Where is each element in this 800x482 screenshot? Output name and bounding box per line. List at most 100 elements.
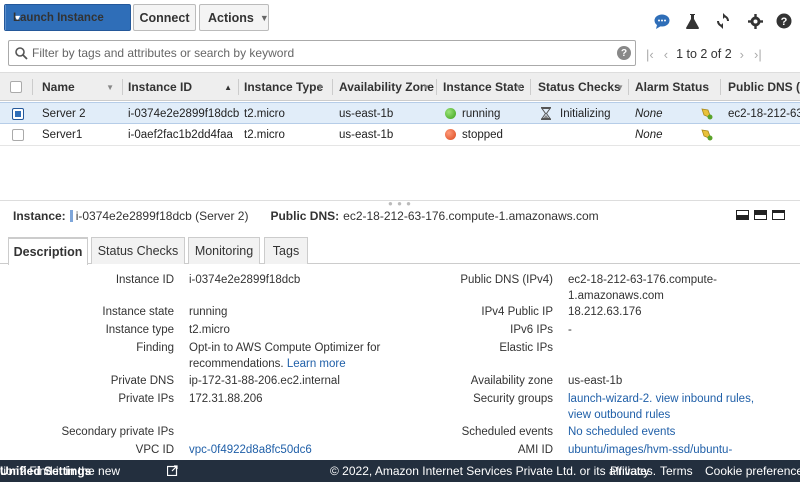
svg-text:?: ? bbox=[781, 16, 788, 28]
chevron-down-icon: ▼ bbox=[259, 12, 269, 23]
table-row[interactable]: Server 2 i-0374e2e2899f18dcb t2.micro us… bbox=[0, 102, 800, 124]
cell-instance-type: t2.micro bbox=[244, 128, 285, 141]
create-alarm-icon[interactable] bbox=[700, 124, 713, 145]
search-box: ? bbox=[8, 40, 636, 66]
table-row[interactable]: Server1 i-0aef2fac1b2dd4faa t2.micro us-… bbox=[0, 124, 800, 146]
layout-bottom-icon[interactable] bbox=[736, 210, 749, 220]
tab-tags[interactable]: Tags bbox=[264, 237, 308, 264]
detail-instance-value: i-0374e2e2899f18dcb (Server 2) bbox=[75, 209, 249, 223]
terms-link[interactable]: Terms bbox=[660, 464, 693, 478]
help-icon[interactable]: ? bbox=[776, 13, 792, 29]
ami-id-link[interactable]: ubuntu/images/hvm-ssd/ubuntu- bbox=[568, 444, 732, 456]
value-ipv4-public-ip: 18.212.63.176 bbox=[568, 306, 642, 318]
cell-alarm-status: None bbox=[635, 107, 663, 120]
column-header-instance-state[interactable]: Instance State ▼ bbox=[443, 73, 529, 101]
chevron-down-icon: ▼ bbox=[422, 82, 430, 92]
chat-icon[interactable] bbox=[654, 13, 670, 29]
vpc-id-link[interactable]: vpc-0f4922d8a8fc50dc6 bbox=[189, 444, 312, 456]
layout-full-icon[interactable] bbox=[772, 210, 785, 220]
actions-label: Actions bbox=[208, 10, 254, 25]
next-page-icon[interactable]: › bbox=[740, 47, 744, 62]
search-input[interactable] bbox=[32, 46, 617, 60]
cell-name: Server 2 bbox=[42, 107, 86, 120]
label-scheduled-events: Scheduled events bbox=[461, 426, 553, 438]
chevron-down-icon: ▼ bbox=[316, 82, 324, 92]
label-instance-id: Instance ID bbox=[115, 274, 174, 286]
row-checkbox-cell[interactable] bbox=[12, 124, 24, 145]
hourglass-icon bbox=[541, 107, 551, 120]
cell-name: Server1 bbox=[42, 128, 83, 141]
cell-instance-id: i-0aef2fac1b2dd4faa bbox=[128, 128, 233, 141]
label-private-dns: Private DNS bbox=[110, 375, 174, 387]
top-toolbar: Launch Instance ▼ Connect Actions ▼ ? bbox=[0, 0, 800, 38]
view-outbound-rules-link[interactable]: view outbound rules bbox=[568, 409, 670, 421]
column-header-availability-zone[interactable]: Availability Zone ▼ bbox=[339, 73, 436, 101]
select-all-checkbox[interactable] bbox=[10, 81, 22, 93]
tab-status-checks[interactable]: Status Checks bbox=[91, 237, 185, 264]
label-ipv6-ips: IPv6 IPs bbox=[510, 324, 553, 336]
layout-split-icon[interactable] bbox=[754, 210, 767, 220]
first-page-icon[interactable]: |‹ bbox=[646, 47, 654, 62]
label-secondary-private-ips: Secondary private IPs bbox=[61, 426, 174, 438]
filter-bar: ? |‹ ‹ 1 to 2 of 2 › ›| bbox=[0, 38, 800, 72]
cell-status-checks: Initializing bbox=[541, 103, 611, 124]
column-header-status-checks[interactable]: Status Checks ▼ bbox=[538, 73, 630, 101]
scheduled-events-link[interactable]: No scheduled events bbox=[568, 426, 675, 438]
column-header-name[interactable]: Name ▼ bbox=[42, 73, 120, 101]
view-inbound-rules-link[interactable]: view inbound rules, bbox=[656, 393, 754, 405]
value-finding-line2: recommendations. Learn more bbox=[189, 358, 346, 370]
pagination-text: 1 to 2 of 2 bbox=[676, 47, 732, 61]
chevron-down-icon: ▼ bbox=[106, 82, 114, 92]
row-checkbox[interactable] bbox=[12, 107, 24, 120]
column-header-alarm-status[interactable]: Alarm Status bbox=[635, 73, 721, 101]
cell-instance-type: t2.micro bbox=[244, 107, 285, 120]
tab-description[interactable]: Description bbox=[8, 237, 88, 265]
value-public-dns-ipv4: ec2-18-212-63-176.compute- bbox=[568, 274, 717, 286]
cell-availability-zone: us-east-1b bbox=[339, 107, 394, 120]
cell-instance-id: i-0374e2e2899f18dcb bbox=[128, 107, 240, 120]
previous-page-icon[interactable]: ‹ bbox=[664, 47, 668, 62]
row-checkbox[interactable] bbox=[12, 128, 24, 141]
table-header: Name ▼ Instance ID ▲ Instance Type ▼ Availa… bbox=[0, 72, 800, 101]
column-header-instance-type[interactable]: Instance Type ▼ bbox=[244, 73, 330, 101]
running-status-icon bbox=[445, 108, 456, 119]
help-icon[interactable]: ? bbox=[617, 46, 631, 60]
footer-copyright: © 2022, Amazon Internet Services Private… bbox=[330, 464, 657, 478]
launch-instance-button[interactable]: Launch Instance ▼ bbox=[4, 4, 131, 31]
description-panel: Instance ID i-0374e2e2899f18dcb Instance… bbox=[0, 264, 800, 460]
flask-icon[interactable] bbox=[684, 13, 700, 29]
value-private-dns: ip-172-31-88-206.ec2.internal bbox=[189, 375, 340, 387]
cookie-preferences-link[interactable]: Cookie preferences bbox=[705, 464, 800, 478]
label-security-groups: Security groups bbox=[473, 393, 553, 405]
security-group-link[interactable]: launch-wizard-2. bbox=[568, 393, 652, 405]
label-instance-state: Instance state bbox=[102, 306, 174, 318]
privacy-link[interactable]: Privacy bbox=[610, 464, 649, 478]
refresh-icon[interactable] bbox=[715, 13, 731, 29]
value-instance-state: running bbox=[189, 306, 228, 318]
create-alarm-icon[interactable] bbox=[700, 103, 713, 124]
connect-button[interactable]: Connect bbox=[133, 4, 196, 31]
label-ami-id: AMI ID bbox=[517, 444, 553, 456]
value-private-ips: 172.31.88.206 bbox=[189, 393, 263, 405]
value-ipv6-ips: - bbox=[568, 324, 572, 336]
actions-button[interactable]: Actions ▼ bbox=[199, 4, 269, 31]
cell-public-dns: ec2-18-212-63 bbox=[728, 107, 800, 120]
tab-monitoring[interactable]: Monitoring bbox=[188, 237, 260, 264]
chevron-down-icon: ▼ bbox=[515, 82, 523, 92]
last-page-icon[interactable]: ›| bbox=[754, 47, 762, 62]
value-security-groups: launch-wizard-2. view inbound rules, bbox=[568, 393, 754, 405]
label-availability-zone: Availability zone bbox=[470, 375, 553, 387]
label-instance-type: Instance type bbox=[105, 324, 174, 336]
learn-more-link[interactable]: Learn more bbox=[287, 358, 346, 370]
footer-settings-prompt: tion? Find it in the new Unified Setting… bbox=[0, 464, 121, 478]
select-all-checkbox-cell[interactable] bbox=[10, 73, 30, 101]
launch-instance-label: Launch Instance bbox=[13, 11, 104, 24]
settings-gear-icon[interactable] bbox=[747, 13, 763, 29]
detail-dns-value: ec2-18-212-63-176.compute-1.amazonaws.co… bbox=[343, 209, 599, 223]
row-checkbox-cell[interactable] bbox=[12, 103, 24, 124]
column-header-public-dns[interactable]: Public DNS (I bbox=[728, 73, 800, 101]
sort-ascending-icon: ▲ bbox=[224, 82, 232, 92]
label-elastic-ips: Elastic IPs bbox=[499, 342, 553, 354]
label-ipv4-public-ip: IPv4 Public IP bbox=[481, 306, 553, 318]
column-header-instance-id[interactable]: Instance ID ▲ bbox=[128, 73, 238, 101]
